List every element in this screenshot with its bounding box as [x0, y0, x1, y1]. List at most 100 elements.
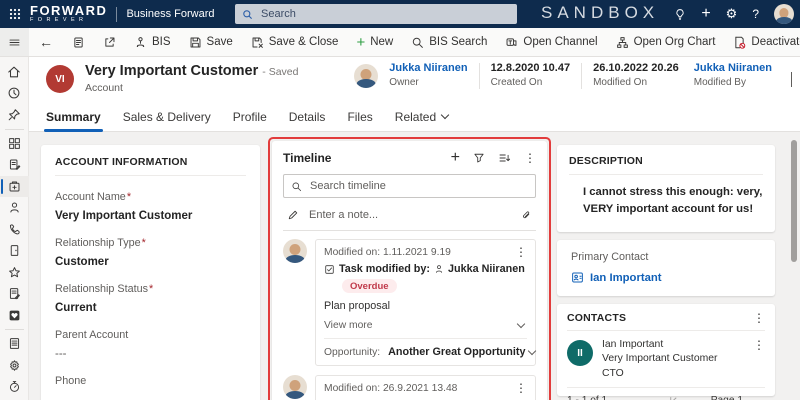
sidebar-item-favorites[interactable] — [0, 262, 29, 284]
highlight-box: Timeline + ⋮ — [268, 137, 551, 400]
filter-icon[interactable] — [473, 152, 485, 164]
sidebar-item-quotes[interactable] — [0, 283, 29, 305]
paperclip-icon[interactable] — [521, 209, 532, 222]
scrollbar-thumb[interactable] — [791, 140, 797, 262]
gear-icon[interactable]: ⚙ — [726, 6, 738, 22]
note-composer[interactable] — [283, 202, 536, 228]
bis-button[interactable]: BIS — [125, 28, 180, 56]
command-bar: ← BIS Save Save & Close + New BIS Search — [0, 28, 800, 57]
tab-related[interactable]: Related — [384, 102, 459, 132]
sidebar-item-pinned[interactable] — [0, 104, 29, 126]
tab-details[interactable]: Details — [278, 102, 337, 132]
topbar-divider — [116, 7, 117, 22]
contact-more-icon[interactable]: ⋮ — [745, 338, 765, 381]
section-title: ACCOUNT INFORMATION — [55, 156, 246, 168]
owner-link[interactable]: Jukka Niiranen — [389, 62, 467, 76]
timeline-entry-card[interactable]: Modified on: 26.9.2021 13.48 ⋮ Appointme… — [315, 375, 536, 400]
timeline-search-input[interactable] — [308, 179, 528, 193]
top-bar: FORWARD FOREVER Business Forward SANDBOX… — [0, 0, 800, 28]
lightbulb-icon[interactable] — [674, 8, 686, 21]
description-text[interactable]: I cannot stress this enough: very, VERY … — [583, 184, 763, 218]
timeline-title: Timeline — [283, 151, 331, 165]
tab-sales-delivery[interactable]: Sales & Delivery — [112, 102, 222, 132]
contact-avatar: II — [567, 340, 593, 366]
primary-contact-link[interactable]: Ian Important — [590, 272, 662, 284]
next-page-icon[interactable]: → — [753, 393, 765, 400]
deactivate-button[interactable]: Deactivate — [724, 28, 800, 56]
sidebar-item-forms[interactable] — [0, 333, 29, 355]
opportunity-link[interactable]: Another Great Opportunity — [388, 346, 525, 358]
sidebar-item-home[interactable] — [0, 61, 29, 83]
form-tabs: Summary Sales & Delivery Profile Details… — [29, 102, 800, 132]
note-input[interactable] — [307, 208, 513, 222]
sidebar-item-contacts[interactable] — [0, 197, 29, 219]
field-parent-account[interactable]: Parent Account --- — [55, 329, 246, 360]
first-page-icon[interactable] — [668, 395, 679, 400]
back-button[interactable]: ← — [29, 28, 63, 56]
bis-search-button[interactable]: BIS Search — [402, 28, 496, 56]
field-account-name[interactable]: Account Name* Very Important Customer — [55, 191, 246, 222]
timeline-add-icon[interactable]: + — [451, 150, 460, 166]
save-close-button[interactable]: Save & Close — [242, 28, 348, 56]
save-button[interactable]: Save — [180, 28, 242, 56]
header-collapse-icon[interactable] — [791, 72, 792, 86]
help-icon[interactable]: ? — [752, 7, 759, 21]
vertical-scrollbar[interactable] — [790, 136, 799, 398]
modified-by-link[interactable]: Jukka Niiranen — [694, 62, 772, 76]
search-icon — [242, 9, 253, 20]
person-icon — [434, 264, 444, 274]
contacts-section: CONTACTS ⋮ II Ian Important Very Importa… — [557, 304, 775, 396]
global-search-input[interactable] — [259, 7, 463, 21]
app-name[interactable]: Business Forward — [126, 8, 214, 20]
popout-icon[interactable] — [94, 28, 125, 56]
timeline-more-icon[interactable]: ⋮ — [524, 151, 536, 165]
contact-company: Very Important Customer — [602, 352, 718, 366]
contact-name[interactable]: Ian Important — [602, 338, 718, 352]
entry-footer[interactable]: Opportunity: Another Great Opportunity — [324, 346, 527, 358]
add-icon[interactable]: + — [701, 5, 710, 23]
section-divider — [569, 174, 763, 175]
sidebar-item-phone-calls[interactable] — [0, 219, 29, 241]
sidebar-item-recent[interactable] — [0, 83, 29, 105]
sidebar-item-accounts[interactable] — [0, 176, 29, 198]
timeline-search[interactable] — [283, 174, 536, 198]
new-label: New — [370, 36, 393, 48]
company-logo[interactable]: FORWARD FOREVER — [30, 4, 107, 24]
field-phone[interactable]: Phone — [55, 375, 246, 387]
sidebar-item-settings[interactable] — [0, 355, 29, 377]
entry-person-link[interactable]: Jukka Niiranen — [448, 263, 525, 275]
description-section: DESCRIPTION I cannot stress this enough:… — [557, 145, 775, 232]
entry-more-icon[interactable]: ⋮ — [507, 245, 527, 259]
save-close-label: Save & Close — [269, 36, 339, 48]
sidebar-item-activities[interactable] — [0, 154, 29, 176]
nav-sidebar — [0, 56, 29, 400]
tab-profile[interactable]: Profile — [222, 102, 278, 132]
save-label: Save — [207, 36, 233, 48]
header-fields: Jukka Niiranen Owner 12.8.2020 10.47 Cre… — [354, 62, 772, 89]
sidebar-item-dashboards[interactable] — [0, 133, 29, 155]
contacts-more-icon[interactable]: ⋮ — [745, 311, 765, 325]
sitemap-toggle-icon[interactable] — [0, 28, 29, 56]
sidebar-item-timer[interactable] — [0, 376, 29, 398]
expand-records-icon[interactable] — [498, 152, 511, 164]
view-more-row[interactable]: View more — [324, 320, 527, 339]
field-relationship-status[interactable]: Relationship Status* Current — [55, 283, 246, 314]
open-channel-button[interactable]: Open Channel — [496, 28, 606, 56]
user-avatar[interactable] — [774, 4, 794, 24]
global-search[interactable] — [235, 4, 517, 24]
previous-page-icon[interactable]: ← — [689, 393, 701, 400]
timeline-entry-card[interactable]: Modified on: 1.11.2021 9.19 ⋮ Task modif… — [315, 239, 536, 366]
waffle-icon[interactable] — [0, 0, 30, 28]
sidebar-item-app-heart[interactable] — [0, 305, 29, 327]
tab-files[interactable]: Files — [336, 102, 383, 132]
timeline-section: Timeline + ⋮ — [272, 141, 547, 400]
entry-more-icon[interactable]: ⋮ — [507, 381, 527, 395]
contact-row[interactable]: II Ian Important Very Important Customer… — [567, 331, 765, 388]
tab-summary[interactable]: Summary — [35, 102, 112, 132]
open-org-chart-button[interactable]: Open Org Chart — [607, 28, 725, 56]
account-information-section: ACCOUNT INFORMATION Account Name* Very I… — [41, 145, 260, 400]
form-selector-icon[interactable] — [63, 28, 94, 56]
new-button[interactable]: + New — [347, 28, 402, 56]
sidebar-item-opportunities[interactable] — [0, 240, 29, 262]
field-relationship-type[interactable]: Relationship Type* Customer — [55, 237, 246, 268]
